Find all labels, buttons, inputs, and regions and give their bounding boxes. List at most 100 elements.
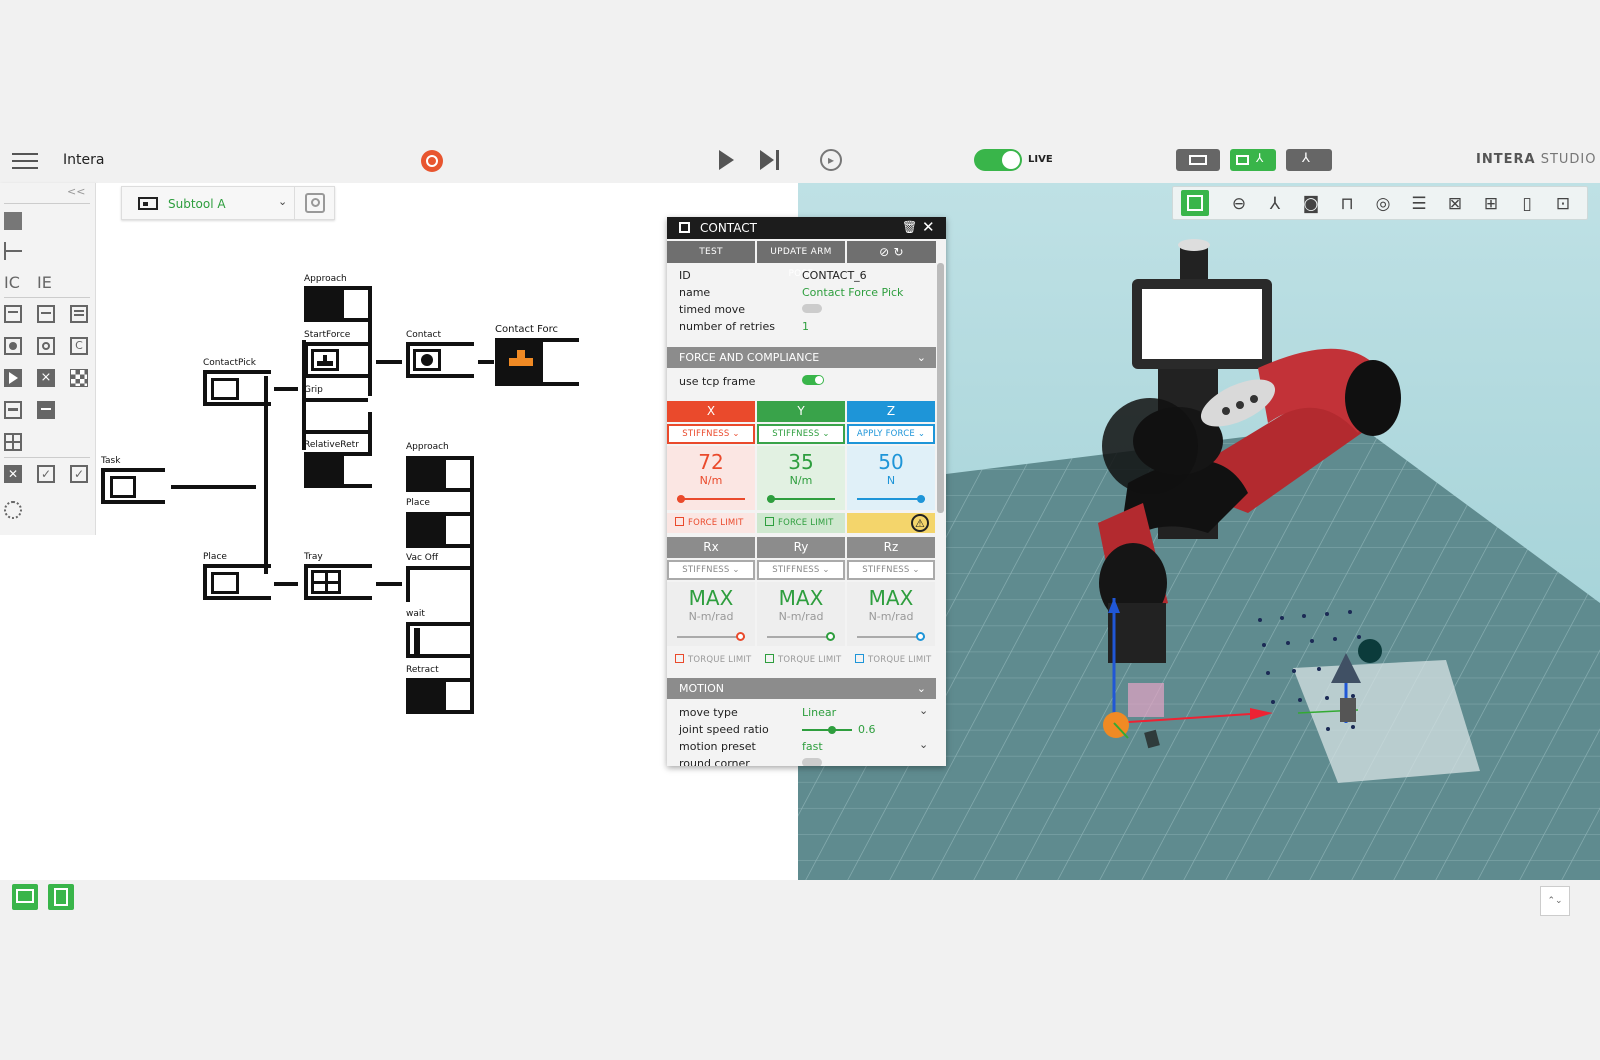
axis-rz-header[interactable]: Rz	[847, 537, 935, 558]
axis-rx-value[interactable]: MAX N-m/rad	[667, 582, 755, 646]
play-block-icon[interactable]	[4, 369, 22, 387]
chevron-down-icon[interactable]: ⌄	[919, 738, 928, 751]
tree-view-icon[interactable]: ⊞	[1479, 192, 1503, 216]
hourglass-icon[interactable]: ⨯	[37, 369, 55, 387]
gripper-icon[interactable]	[4, 401, 22, 419]
axis-x-mode-dropdown[interactable]: STIFFNESS ⌄	[667, 424, 755, 444]
axis-ry-slider[interactable]	[767, 632, 835, 641]
document-icon[interactable]: ▯	[1515, 192, 1539, 216]
subtree-block-icon[interactable]	[4, 212, 22, 230]
live-toggle[interactable]	[974, 149, 1022, 171]
layout-3d-button[interactable]: ⅄	[1286, 149, 1332, 171]
chart-icon[interactable]: ⊡	[1551, 192, 1575, 216]
move-rel-icon[interactable]	[37, 305, 55, 323]
node-approach[interactable]	[304, 286, 344, 322]
axis-ry-header[interactable]: Ry	[757, 537, 845, 558]
menu-icon[interactable]	[12, 148, 38, 172]
wait-signal-icon[interactable]: ✓	[70, 465, 88, 483]
canvas-view-icon[interactable]	[12, 884, 38, 910]
disable-reset-button[interactable]: ⊘ ↻	[847, 241, 936, 263]
node-relativeretr[interactable]	[304, 452, 344, 488]
node-task[interactable]	[101, 468, 165, 504]
checker-icon[interactable]	[70, 369, 88, 387]
y-force-limit-checkbox[interactable]: FORCE LIMIT	[757, 513, 845, 533]
grid-icon[interactable]	[4, 433, 22, 451]
motion-section[interactable]: MOTION ⌄	[667, 678, 936, 699]
gripper-release-icon[interactable]	[37, 401, 55, 419]
close-icon[interactable]: ✕	[922, 218, 935, 236]
axis-z-value[interactable]: 50 N	[847, 446, 935, 510]
check-signal-icon[interactable]: ✓	[37, 465, 55, 483]
axis-y-slider[interactable]	[767, 495, 835, 503]
move-type-select[interactable]: Linear	[802, 706, 836, 719]
node-retract[interactable]	[406, 678, 446, 714]
contact-icon[interactable]	[4, 337, 22, 355]
node-wait[interactable]	[406, 622, 474, 658]
name-field[interactable]: Contact Force Pick	[802, 286, 903, 299]
force-compliance-section[interactable]: FORCE AND COMPLIANCE ⌄	[667, 347, 936, 368]
use-tcp-frame-toggle[interactable]	[802, 375, 824, 385]
branch-icon[interactable]	[4, 242, 22, 260]
layout-split-button[interactable]: ⅄	[1230, 149, 1276, 171]
node-startforce[interactable]	[304, 342, 368, 378]
axes-icon[interactable]: ⅄	[1263, 192, 1287, 216]
waypoint-list-icon[interactable]	[70, 305, 88, 323]
zoom-control-icon[interactable]: ⌃⌄	[1540, 886, 1570, 916]
axis-x-value[interactable]: 72 N/m	[667, 446, 755, 510]
parallel-icon[interactable]: IE	[37, 274, 55, 292]
sequence-icon[interactable]: IC	[4, 274, 22, 292]
node-tray[interactable]	[304, 564, 372, 600]
node-contactpick[interactable]	[203, 370, 271, 406]
chevron-down-icon[interactable]: ⌄	[919, 704, 928, 717]
motion-preset-select[interactable]: fast	[802, 740, 823, 753]
step-forward-icon[interactable]	[760, 150, 782, 170]
rx-torque-limit-checkbox[interactable]: TORQUE LIMIT	[667, 650, 755, 670]
warning-icon[interactable]: ⚠	[911, 514, 929, 532]
node-grip[interactable]	[304, 398, 368, 434]
node-contact[interactable]	[406, 342, 474, 378]
timed-move-toggle[interactable]	[802, 304, 822, 313]
round-corner-toggle[interactable]	[802, 758, 822, 766]
axis-rx-mode-dropdown[interactable]: STIFFNESS ⌄	[667, 560, 755, 580]
move-to-icon[interactable]	[4, 305, 22, 323]
node-place[interactable]	[203, 564, 271, 600]
camera-icon[interactable]: ◙	[1299, 192, 1323, 216]
axis-rz-value[interactable]: MAX N-m/rad	[847, 582, 935, 646]
update-arm-pose-button[interactable]: UPDATE ARM POSE	[757, 241, 845, 279]
set-signal-icon[interactable]: ✕	[4, 465, 22, 483]
chevron-down-icon[interactable]: ⌄	[278, 195, 287, 208]
axis-rx-slider[interactable]	[677, 632, 745, 641]
loading-icon[interactable]	[4, 501, 22, 519]
variables-icon[interactable]: ⊠	[1443, 192, 1467, 216]
panel-scrollbar[interactable]	[937, 263, 944, 513]
trash-icon[interactable]: 🗑	[902, 220, 917, 234]
subtool-selector[interactable]: Subtool A ⌄	[121, 186, 335, 220]
split-view-icon[interactable]	[48, 884, 74, 910]
play-icon[interactable]	[719, 150, 734, 170]
axis-rx-header[interactable]: Rx	[667, 537, 755, 558]
robot-status-icon[interactable]	[421, 150, 443, 172]
axis-ry-value[interactable]: MAX N-m/rad	[757, 582, 845, 646]
axis-z-mode-dropdown[interactable]: APPLY FORCE ⌄	[847, 424, 935, 444]
orbit-icon[interactable]: ⊖	[1227, 192, 1251, 216]
axis-z-slider[interactable]	[857, 495, 925, 503]
node-approach-2[interactable]	[406, 456, 446, 492]
layout-canvas-button[interactable]	[1176, 149, 1220, 171]
node-contact-force[interactable]	[495, 338, 579, 386]
ry-torque-limit-checkbox[interactable]: TORQUE LIMIT	[757, 650, 845, 670]
vision-icon[interactable]	[37, 337, 55, 355]
list-icon[interactable]: ☰	[1407, 192, 1431, 216]
retry-icon[interactable]: C	[70, 337, 88, 355]
test-button[interactable]: TEST	[667, 241, 755, 263]
axis-y-value[interactable]: 35 N/m	[757, 446, 845, 510]
rz-torque-limit-checkbox[interactable]: TORQUE LIMIT	[847, 650, 935, 670]
axis-rz-slider[interactable]	[857, 632, 925, 641]
node-vac-off[interactable]	[406, 566, 474, 602]
axis-rz-mode-dropdown[interactable]: STIFFNESS ⌄	[847, 560, 935, 580]
retries-field[interactable]: 1	[802, 320, 809, 333]
signal-icon[interactable]: ◎	[1371, 192, 1395, 216]
axis-x-slider[interactable]	[677, 495, 745, 503]
joint-speed-slider[interactable]	[802, 726, 852, 734]
robot-frame-icon[interactable]: ⊓	[1335, 192, 1359, 216]
axis-y-mode-dropdown[interactable]: STIFFNESS ⌄	[757, 424, 845, 444]
